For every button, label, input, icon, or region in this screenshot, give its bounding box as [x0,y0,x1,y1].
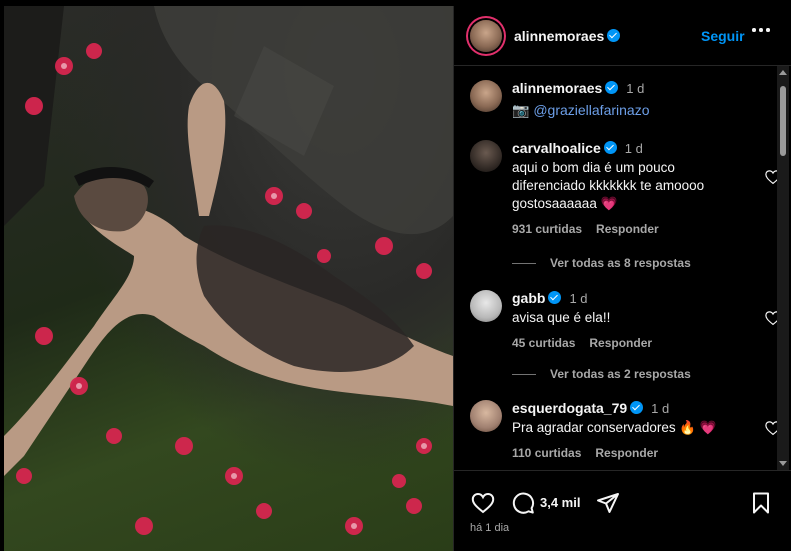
comment-header: esquerdogata_79 1 d [512,400,669,418]
share-icon[interactable] [596,491,620,515]
caption-username[interactable]: alinnemoraes [512,80,602,96]
author-avatar[interactable] [470,20,502,52]
comment-meta: 45 curtidas Responder [512,336,666,350]
comment-username[interactable]: carvalhoalice [512,140,601,156]
post-side-panel: alinnemoraes Seguir alinnemoraes 1 d 📷 @g… [453,6,791,551]
author-avatar[interactable] [470,80,502,112]
reply-button[interactable]: Responder [589,336,652,350]
reply-button[interactable]: Responder [596,222,659,236]
scroll-up-arrow-icon[interactable] [779,70,787,75]
verified-badge-icon [548,291,562,304]
comment-header: carvalhoalice 1 d [512,140,643,158]
comment-username[interactable]: gabb [512,290,545,306]
comment-time: 1 d [651,401,670,416]
author-block: alinnemoraes [514,28,621,46]
more-options-icon[interactable] [752,20,772,40]
photo-illustration [4,6,453,535]
verified-badge-icon [607,29,621,42]
commenter-avatar[interactable] [470,290,502,322]
view-replies-label: Ver todas as 8 respostas [550,256,691,270]
reply-button[interactable]: Responder [595,446,658,460]
comments-scrollbar[interactable] [777,66,789,470]
caption-header: alinnemoraes 1 d [512,80,644,98]
comment-time: 1 d [569,291,588,306]
view-replies-button[interactable]: Ver todas as 8 respostas [512,256,691,270]
like-icon[interactable] [471,491,495,515]
comment-meta: 931 curtidas Responder [512,222,673,236]
verified-badge-icon [603,141,617,154]
commenter-avatar[interactable] [470,400,502,432]
caption-time: 1 d [626,81,645,96]
verified-badge-icon [630,401,644,414]
post-actions-bar: 3,4 mil há 1 dia [454,470,791,551]
caption-mention-link[interactable]: @graziellafarinazo [533,102,649,118]
comment-time: 1 d [624,141,643,156]
comment-text: aqui o bom dia é um pouco diferenciado k… [512,160,705,211]
commenter-avatar[interactable] [470,140,502,172]
comment-count[interactable]: 3,4 mil [540,495,580,510]
comment-likes[interactable]: 931 curtidas [512,222,582,236]
verified-badge-icon [605,81,619,94]
comment-meta: 110 curtidas Responder [512,446,672,460]
comment-likes[interactable]: 45 curtidas [512,336,575,350]
comments-list[interactable]: alinnemoraes 1 d 📷 @graziellafarinazo car… [454,66,791,470]
post-photo[interactable] [4,6,453,551]
view-replies-label: Ver todas as 2 respostas [550,367,691,381]
author-username[interactable]: alinnemoraes [514,28,604,44]
post-timestamp: há 1 dia [470,522,510,534]
save-bookmark-icon[interactable] [749,491,773,515]
post-header: alinnemoraes Seguir [454,6,791,66]
comment-icon[interactable] [511,491,535,515]
view-replies-button[interactable]: Ver todas as 2 respostas [512,367,691,381]
divider [512,263,536,265]
caption-text: 📷 @graziellafarinazo [512,102,649,119]
comment-header: gabb 1 d [512,290,588,308]
comment-username[interactable]: esquerdogata_79 [512,400,627,416]
comment-likes[interactable]: 110 curtidas [512,446,581,460]
comment-text: avisa que é ela!! [512,310,611,325]
camera-icon: 📷 [512,102,530,118]
scroll-down-arrow-icon[interactable] [779,461,787,466]
scroll-thumb[interactable] [780,86,786,156]
divider [512,374,536,376]
comment-text: Pra agradar conservadores 🔥 💗 [512,420,717,435]
follow-button[interactable]: Seguir [701,28,745,44]
